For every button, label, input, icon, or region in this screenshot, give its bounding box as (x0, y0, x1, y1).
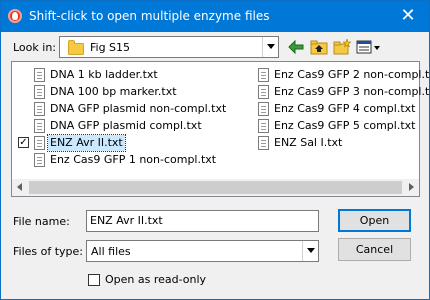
dialog-title: Shift-click to open multiple enzyme file… (29, 9, 270, 23)
file-name: DNA GFP plasmid non-compl.txt (50, 102, 227, 115)
file-list[interactable]: DNA 1 kb ladder.txt DNA 100 bp marker.txt… (11, 61, 430, 197)
scroll-right-icon[interactable] (402, 179, 419, 196)
file-name-label: File name: (13, 215, 70, 228)
read-only-label: Open as read-only (105, 273, 207, 286)
chevron-down-icon[interactable] (302, 241, 318, 261)
text-file-icon (258, 136, 269, 150)
back-button[interactable] (286, 38, 306, 56)
text-file-icon (258, 68, 269, 82)
file-type-value: All files (91, 245, 131, 258)
cancel-button[interactable]: Cancel (338, 238, 411, 261)
text-file-icon (34, 153, 45, 167)
text-file-icon (258, 102, 269, 116)
text-file-icon (34, 119, 45, 133)
file-name: DNA GFP plasmid compl.txt (50, 119, 202, 132)
file-name: ENZ Sal I.txt (274, 136, 343, 149)
text-file-icon (258, 119, 269, 133)
look-in-label: Look in: (13, 41, 56, 54)
file-name: Enz Cas9 GFP 1 non-compl.txt (50, 153, 217, 166)
look-in-value: Fig S15 (90, 41, 131, 54)
chevron-down-icon[interactable] (262, 37, 278, 57)
file-name: Enz Cas9 GFP 4 compl.txt (274, 102, 416, 115)
up-folder-button[interactable] (309, 38, 329, 56)
file-name: ENZ Avr II.txt (47, 134, 126, 152)
app-icon (8, 9, 22, 23)
open-file-dialog: Shift-click to open multiple enzyme file… (0, 0, 430, 300)
file-name-input[interactable]: ENZ Avr II.txt (86, 210, 319, 232)
text-file-icon (34, 68, 45, 82)
close-icon: ✕ (400, 5, 416, 26)
open-button[interactable]: Open (338, 209, 411, 232)
selection-checkbox[interactable]: ✓ (18, 137, 29, 148)
scroll-left-icon[interactable] (12, 179, 29, 196)
view-menu-button[interactable] (355, 38, 381, 56)
read-only-checkbox[interactable] (88, 274, 100, 286)
folder-icon (68, 40, 84, 55)
text-file-icon (258, 85, 269, 99)
folder-up-icon (310, 40, 328, 55)
file-name: Enz Cas9 GFP 3 non-compl.txt (274, 85, 430, 98)
text-file-icon (34, 85, 45, 99)
new-folder-icon (333, 38, 352, 55)
arrow-left-icon (288, 39, 304, 55)
file-name: DNA 1 kb ladder.txt (50, 68, 158, 81)
view-menu-icon (356, 40, 380, 54)
file-type-dropdown[interactable]: All files (86, 240, 319, 262)
text-file-icon (34, 136, 45, 150)
close-button[interactable]: ✕ (399, 7, 417, 25)
file-name: Enz Cas9 GFP 2 non-compl.txt (274, 68, 430, 81)
scroll-thumb[interactable] (29, 181, 402, 194)
file-name: DNA 100 bp marker.txt (50, 85, 177, 98)
file-type-label: Files of type: (13, 245, 84, 258)
new-folder-button[interactable] (332, 38, 352, 56)
file-name: Enz Cas9 GFP 5 compl.txt (274, 119, 416, 132)
horizontal-scrollbar[interactable] (12, 179, 419, 196)
look-in-dropdown[interactable]: Fig S15 (59, 36, 279, 58)
text-file-icon (34, 102, 45, 116)
title-bar[interactable]: Shift-click to open multiple enzyme file… (1, 1, 429, 32)
